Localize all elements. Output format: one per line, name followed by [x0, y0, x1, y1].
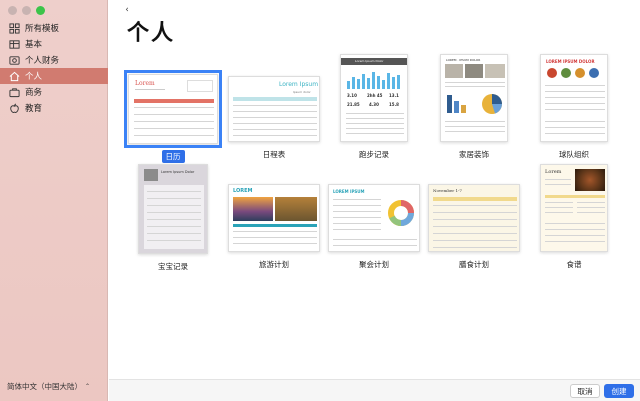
stat-value: 15.8 [389, 102, 399, 107]
template-label: 日程表 [262, 150, 286, 159]
template-party-plan[interactable]: LOREM IPSUM 聚会计划 [328, 184, 420, 271]
zoom-window-button[interactable] [36, 6, 45, 15]
thumb-title: LOREM · IPSUM DOLOR [446, 58, 481, 62]
chevron-updown-icon: ⌃ [85, 383, 91, 390]
template-thumbnail: LOREM IPSUM DOLOR [540, 54, 608, 142]
briefcase-icon [8, 86, 20, 98]
language-label: 简体中文（中国大陆） [7, 382, 82, 391]
template-team-organizer[interactable]: LOREM IPSUM DOLOR 球队组织 [540, 54, 608, 161]
minimize-window-button[interactable] [22, 6, 31, 15]
stat-value: 2hh 45 [367, 93, 383, 98]
template-thumbnail: Lorem [124, 70, 222, 148]
template-thumbnail: LOREM IPSUM [328, 184, 420, 252]
template-label: 日历 [161, 150, 185, 163]
template-baby-log[interactable]: Lorem Ipsum Dolor 宝宝记录 [138, 164, 208, 273]
sidebar-item-basic[interactable]: 基本 [0, 36, 108, 52]
thumb-title: Lorem [545, 169, 562, 175]
template-recipe[interactable]: Lorem 食谱 [540, 164, 608, 271]
donut-chart-graphic [388, 200, 414, 226]
chevron-left-icon: ‹ [125, 5, 129, 15]
sidebar-item-personal[interactable]: 个人 [0, 68, 108, 84]
thumb-title: Lorem [135, 80, 155, 87]
sidebar-item-label: 教育 [25, 104, 43, 114]
grid-icon [8, 22, 20, 34]
sidebar-item-label: 基本 [25, 40, 43, 50]
bar-chart-graphic [347, 72, 400, 89]
template-label: 跑步记录 [359, 150, 389, 159]
window-controls [8, 6, 45, 15]
page-title: 个人 [127, 21, 176, 46]
close-window-button[interactable] [8, 6, 17, 15]
template-chooser: ‹ 个人 Lorem 日历 Lorem Ipsum Ipsum dolor 日程… [109, 0, 640, 401]
thumb-title: November 1-7 [433, 188, 462, 193]
category-list: 所有模板 基本 个人财务 个人 商务 教育 [0, 20, 108, 116]
sidebar-item-business[interactable]: 商务 [0, 84, 108, 100]
template-running-log[interactable]: Lorem Ipsum Dolor 3.10 2hh 45 13.1 21.85… [340, 54, 408, 161]
template-label: 家居装饰 [459, 150, 489, 159]
thumb-title: Lorem Ipsum [279, 81, 319, 88]
stat-value: 4.30 [369, 102, 379, 107]
apple-icon [8, 102, 20, 114]
sidebar: 所有模板 基本 个人财务 个人 商务 教育 简体中文（中国大陆） ⌃ [0, 0, 108, 401]
template-schedule[interactable]: Lorem Ipsum Ipsum dolor 日程表 [228, 76, 320, 161]
sidebar-item-label: 个人财务 [25, 56, 60, 66]
template-label: 旅游计划 [259, 260, 289, 269]
template-thumbnail: Lorem Ipsum Ipsum dolor [228, 76, 320, 142]
template-thumbnail: LOREM · IPSUM DOLOR [440, 54, 508, 142]
cancel-button[interactable]: 取消 [570, 384, 600, 398]
pie-chart-graphic [482, 94, 502, 114]
template-thumbnail: LOREM [228, 184, 320, 252]
sidebar-item-education[interactable]: 教育 [0, 100, 108, 116]
template-label: 食谱 [566, 260, 582, 269]
sidebar-item-label: 个人 [25, 72, 43, 82]
stat-value: 3.10 [347, 93, 357, 98]
create-button[interactable]: 创建 [604, 384, 634, 398]
template-label: 膳食计划 [459, 260, 489, 269]
thumb-title: Lorem Ipsum Dolor [355, 59, 384, 63]
sidebar-item-label: 所有模板 [25, 24, 60, 34]
template-label: 聚会计划 [359, 260, 389, 269]
template-thumbnail: Lorem Ipsum Dolor 3.10 2hh 45 13.1 21.85… [340, 54, 408, 142]
stat-value: 13.1 [389, 93, 399, 98]
home-icon [8, 70, 20, 82]
thumb-title: Lorem Ipsum Dolor [161, 170, 195, 174]
sidebar-item-personal-finance[interactable]: 个人财务 [0, 52, 108, 68]
template-thumbnail: Lorem [540, 164, 608, 252]
stat-value: 21.85 [347, 102, 360, 107]
thumb-title: LOREM IPSUM [333, 189, 365, 194]
language-selector[interactable]: 简体中文（中国大陆） ⌃ [7, 381, 90, 392]
thumb-title: LOREM IPSUM DOLOR [546, 59, 595, 64]
template-thumbnail: Lorem Ipsum Dolor [138, 164, 208, 254]
thumb-title: LOREM [233, 188, 253, 194]
finance-icon [8, 54, 20, 66]
template-home-decor[interactable]: LOREM · IPSUM DOLOR 家居装饰 [440, 54, 508, 161]
table-icon [8, 38, 20, 50]
sidebar-item-label: 商务 [25, 88, 43, 98]
template-thumbnail: November 1-7 [428, 184, 520, 252]
template-calendar[interactable]: Lorem 日历 [124, 70, 222, 163]
bottom-bar: 取消 创建 [109, 379, 640, 401]
template-label: 宝宝记录 [158, 262, 188, 271]
template-meal-plan[interactable]: November 1-7 膳食计划 [428, 184, 520, 271]
template-label: 球队组织 [559, 150, 589, 159]
sidebar-item-all-templates[interactable]: 所有模板 [0, 20, 108, 36]
template-travel-plan[interactable]: LOREM 旅游计划 [228, 184, 320, 271]
thumb-subtitle: Ipsum dolor [293, 90, 311, 94]
